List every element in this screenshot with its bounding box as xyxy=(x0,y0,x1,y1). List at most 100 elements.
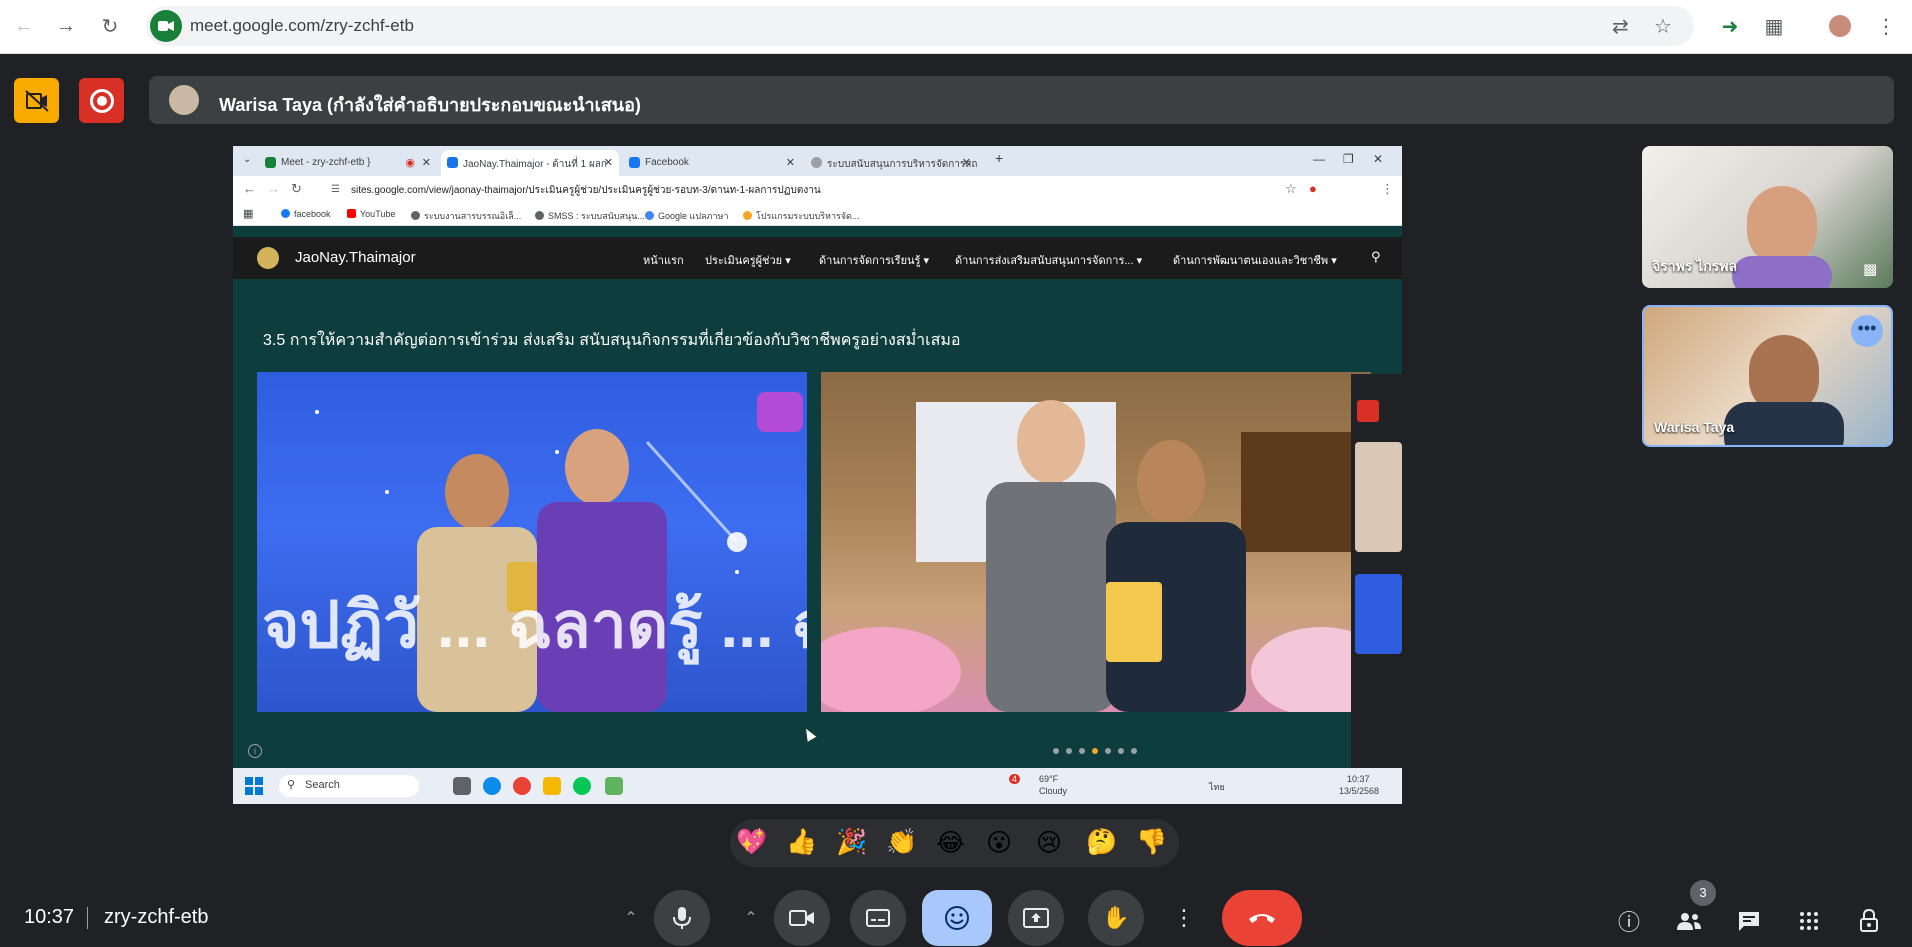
shared-tab-jaonay[interactable]: JaoNay.Thaimajor - ด้านที่ 1 ผลก ✕ xyxy=(441,150,619,176)
reaction-thumbs-up[interactable]: 👍 xyxy=(786,828,817,857)
opera-extension-icon[interactable]: ● xyxy=(1309,181,1317,196)
forward-arrow-icon[interactable]: → xyxy=(50,10,82,42)
bookmark-facebook[interactable]: facebook xyxy=(281,209,331,219)
mini-meet-window[interactable] xyxy=(1351,374,1402,768)
minimize-icon[interactable]: — xyxy=(1313,152,1325,166)
chat-icon[interactable] xyxy=(1734,906,1764,936)
site-name[interactable]: JaoNay.Thaimajor xyxy=(295,249,416,266)
shared-url-text[interactable]: sites.google.com/view/jaonay-thaimajor/ป… xyxy=(351,183,821,198)
reaction-surprised[interactable]: 😮 xyxy=(986,828,1012,858)
reaction-party[interactable]: 🎉 xyxy=(836,828,867,857)
carousel-dot-active[interactable] xyxy=(1092,748,1098,754)
app-icon[interactable] xyxy=(605,777,623,795)
site-nav-learning[interactable]: ด้านการจัดการเรียนรู้ ▾ xyxy=(819,251,929,269)
shared-back-icon[interactable]: ← xyxy=(243,181,256,196)
book-photo[interactable] xyxy=(821,372,1371,712)
apps-grid-icon[interactable]: ▦ xyxy=(243,207,253,220)
weather-condition[interactable]: Cloudy xyxy=(1039,786,1067,796)
site-nav-development[interactable]: ด้านการพัฒนาตนเองและวิชาชีพ ▾ xyxy=(1173,251,1337,269)
language-indicator[interactable]: ไทย xyxy=(1209,780,1225,794)
reaction-thumbs-down[interactable]: 👎 xyxy=(1136,828,1167,857)
activities-icon[interactable] xyxy=(1794,906,1824,936)
site-nav-home[interactable]: หน้าแรก xyxy=(643,251,684,269)
reaction-thinking[interactable]: 🤔 xyxy=(1086,828,1117,857)
carousel-dot[interactable] xyxy=(1079,748,1085,754)
window-close-icon[interactable]: ✕ xyxy=(1373,152,1383,166)
people-icon[interactable] xyxy=(1674,906,1704,936)
bookmark-google-translate[interactable]: Google แปลภาษา xyxy=(645,209,729,223)
shared-forward-icon[interactable]: → xyxy=(267,181,280,196)
windows-start-icon[interactable] xyxy=(245,777,263,795)
site-nav-assessment[interactable]: ประเมินครูผู้ช่วย ▾ xyxy=(705,251,791,269)
sign-in-icon[interactable]: ➜ xyxy=(1714,10,1746,42)
microphone-button[interactable] xyxy=(654,890,710,946)
captions-button[interactable] xyxy=(850,890,906,946)
host-controls-icon[interactable] xyxy=(1854,906,1884,936)
award-photo[interactable]: จปฏิวั ... ฉลาดรู้ ... ฉลาด xyxy=(257,372,807,712)
reaction-sad[interactable]: 😢 xyxy=(1036,828,1062,858)
address-bar[interactable]: meet.google.com/zry-zchf-etb ⇄ ☆ xyxy=(146,6,1694,46)
carousel-dot[interactable] xyxy=(1066,748,1072,754)
present-screen-button[interactable] xyxy=(1008,890,1064,946)
close-tab-icon[interactable]: ✕ xyxy=(962,156,971,169)
emoji-button[interactable] xyxy=(922,890,992,946)
participant-tile-warisa[interactable]: ••• Warisa Taya xyxy=(1642,305,1893,447)
video-options-chevron-icon[interactable]: ⌃ xyxy=(728,890,774,946)
line-icon[interactable] xyxy=(573,777,591,795)
edge-icon[interactable] xyxy=(483,777,501,795)
shared-tab-smss[interactable]: ระบบสนับสนุนการบริหารจัดการสถา ✕ xyxy=(805,150,977,176)
leave-call-button[interactable] xyxy=(1222,890,1302,946)
reaction-clap[interactable]: 👏 xyxy=(886,828,917,857)
picture-in-picture-icon[interactable]: ▩ xyxy=(1863,260,1885,278)
site-search-icon[interactable]: ⚲ xyxy=(1371,249,1381,265)
shared-star-icon[interactable]: ☆ xyxy=(1285,181,1297,197)
chrome-menu-icon[interactable]: ⋮ xyxy=(1870,10,1902,42)
site-nav-support[interactable]: ด้านการส่งเสริมสนับสนุนการจัดการ... ▾ xyxy=(955,251,1142,269)
carousel-dot[interactable] xyxy=(1105,748,1111,754)
bookmark-star-icon[interactable]: ☆ xyxy=(1654,14,1672,39)
carousel-dot[interactable] xyxy=(1131,748,1137,754)
audio-options-chevron-icon[interactable]: ⌃ xyxy=(608,890,654,946)
participant-tile-jiraporn[interactable]: จิราพร ไกรพล ▩ xyxy=(1642,146,1893,288)
carousel-dot[interactable] xyxy=(1053,748,1059,754)
camera-button[interactable] xyxy=(774,890,830,946)
recording-icon[interactable] xyxy=(79,78,124,123)
back-arrow-icon[interactable]: ← xyxy=(8,10,40,42)
tab-search-chevron-icon[interactable]: ⌄ xyxy=(243,154,251,165)
taskbar-time[interactable]: 10:37 xyxy=(1347,774,1370,784)
bookmark-smss[interactable]: SMSS : ระบบสนับสนุน... xyxy=(535,209,645,223)
shared-menu-icon[interactable]: ⋮ xyxy=(1381,181,1394,197)
meet-site-icon[interactable] xyxy=(150,10,182,42)
info-icon[interactable]: i xyxy=(248,744,262,758)
close-tab-icon[interactable]: ✕ xyxy=(422,156,431,169)
taskbar-search[interactable]: ⚲ Search xyxy=(279,775,419,797)
reaction-laugh[interactable]: 😂 xyxy=(936,828,965,858)
new-tab-icon[interactable]: + xyxy=(995,150,1003,166)
url-text[interactable]: meet.google.com/zry-zchf-etb xyxy=(190,16,414,36)
maximize-icon[interactable]: ❐ xyxy=(1343,152,1354,166)
close-tab-icon[interactable]: ✕ xyxy=(786,156,795,169)
translate-icon[interactable]: ⇄ xyxy=(1612,14,1629,39)
extensions-icon[interactable]: ▦ xyxy=(1758,10,1790,42)
bookmark-saraban[interactable]: ระบบงานสารบรรณอิเล็... xyxy=(411,209,521,223)
reload-icon[interactable]: ↻ xyxy=(94,10,126,42)
close-tab-icon[interactable]: ✕ xyxy=(604,156,613,169)
reaction-heart[interactable]: 💖 xyxy=(736,828,767,857)
meeting-details-icon[interactable]: ⓘ xyxy=(1614,906,1644,936)
meeting-code[interactable]: zry-zchf-etb xyxy=(104,906,208,929)
raise-hand-button[interactable]: ✋ xyxy=(1088,890,1144,946)
chrome-icon[interactable] xyxy=(513,777,531,795)
site-info-icon[interactable]: ☰ xyxy=(331,184,340,195)
bookmark-youtube[interactable]: YouTube xyxy=(347,209,395,219)
more-options-button[interactable]: ⋮ xyxy=(1162,890,1206,946)
shared-tab-meet[interactable]: Meet - zry-zchf-etb ◉ ✕ } xyxy=(259,150,437,176)
more-options-icon[interactable]: ••• xyxy=(1851,315,1883,347)
profile-avatar[interactable] xyxy=(1824,10,1856,42)
bookmark-program[interactable]: โปรแกรมระบบบริหารจัด... xyxy=(743,209,859,223)
task-view-icon[interactable] xyxy=(453,777,471,795)
weather-temp[interactable]: 69°F xyxy=(1039,774,1058,784)
file-explorer-icon[interactable] xyxy=(543,777,561,795)
shared-reload-icon[interactable]: ↻ xyxy=(291,181,302,197)
no-video-icon[interactable] xyxy=(14,78,59,123)
shared-tab-facebook[interactable]: Facebook ✕ xyxy=(623,150,801,176)
